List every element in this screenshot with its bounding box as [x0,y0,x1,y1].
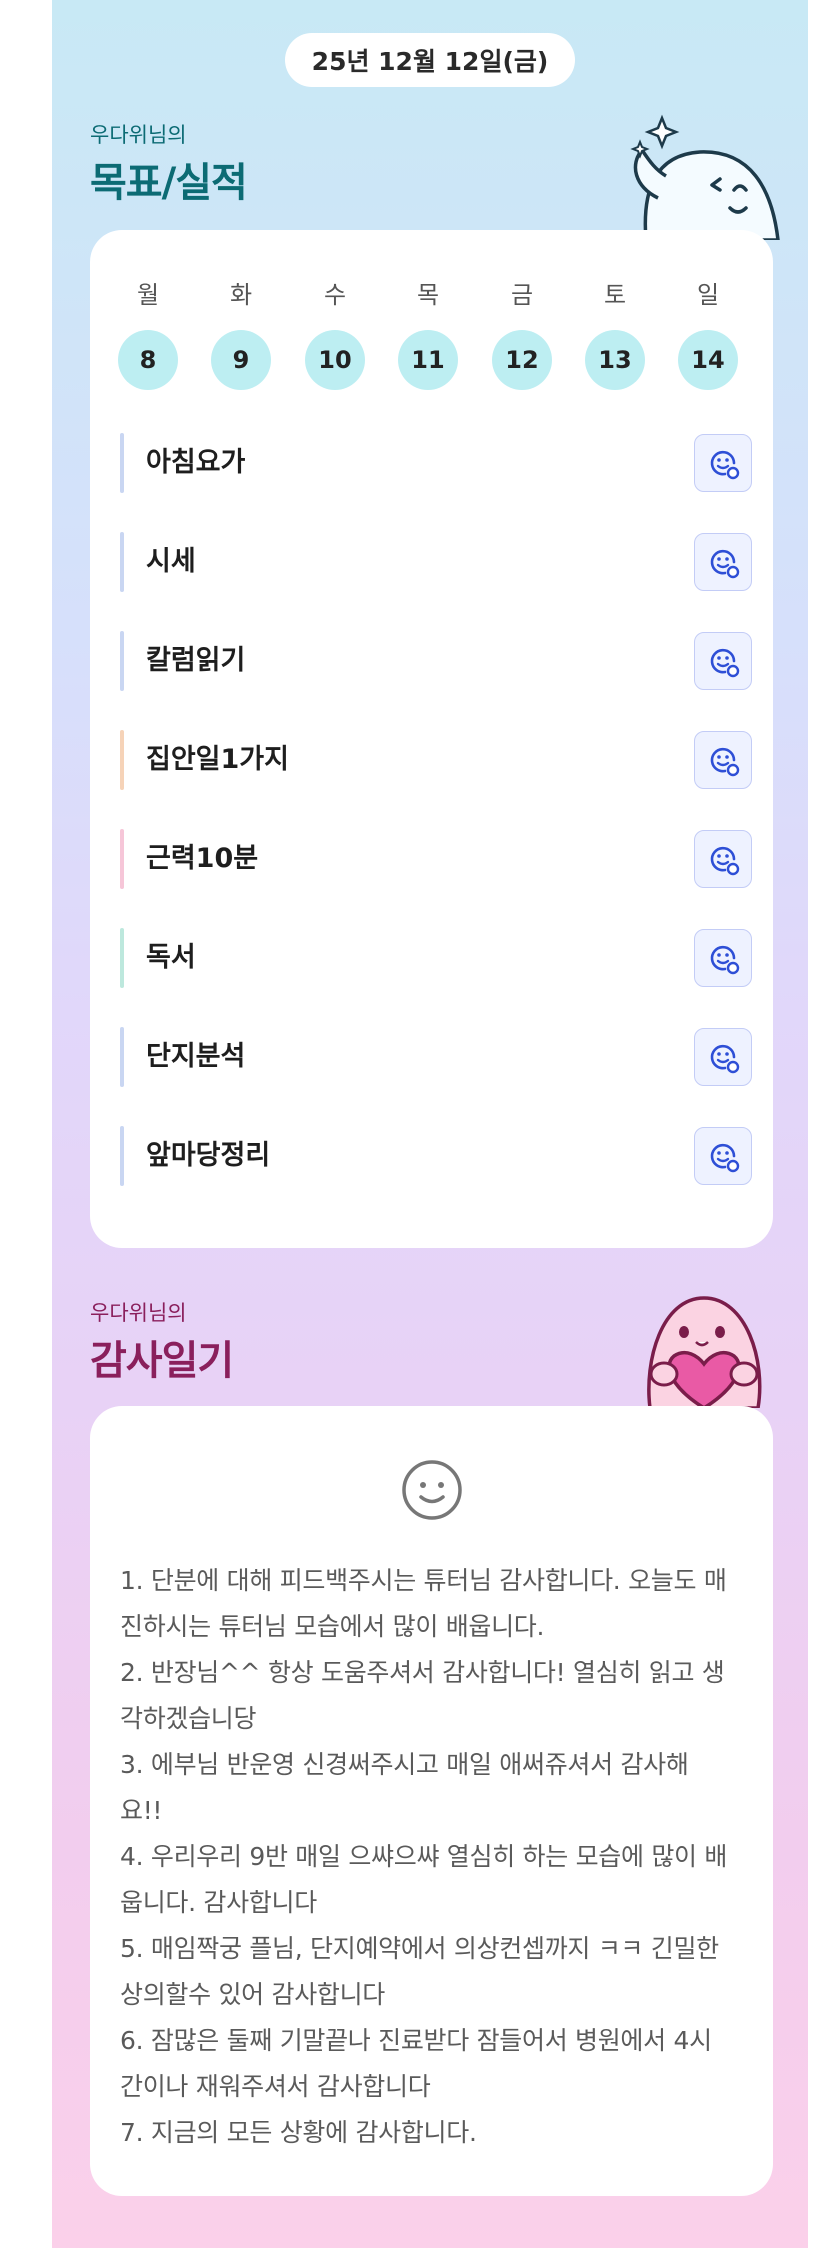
smile-plus-icon [710,450,740,480]
goal-color-bar [120,532,124,592]
goal-color-bar [120,1126,124,1186]
goal-row: 시세 [120,532,752,592]
day-button-11[interactable]: 11 [398,330,458,390]
ghost-mascot [630,114,780,240]
diary-card: 1. 단분에 대해 피드백주시는 튜터님 감사합니다. 오늘도 매진하시는 튜터… [90,1406,773,2196]
smile-plus-icon [710,945,740,975]
day-name-sat: 토 [603,281,627,309]
smile-plus-icon [710,549,740,579]
goal-check-button[interactable] [694,533,752,591]
goal-check-button[interactable] [694,1127,752,1185]
heart-mascot [647,1296,762,1408]
app-panel: 25년 12월 12일(금) 우다위님의 목표/실적 월 화 수 목 금 토 일… [52,0,808,2248]
day-name-wed: 수 [323,281,347,309]
day-button-9[interactable]: 9 [211,330,271,390]
goals-subtitle: 우다위님의 [90,123,187,147]
goal-label: 아침요가 [146,447,246,478]
goal-check-button[interactable] [694,929,752,987]
goal-color-bar [120,730,124,790]
goals-title: 목표/실적 [90,160,248,206]
goal-row: 단지분석 [120,1027,752,1087]
smile-plus-icon [710,1143,740,1173]
smile-plus-icon [710,747,740,777]
day-name-fri: 금 [510,281,534,309]
goal-check-button[interactable] [694,830,752,888]
smile-plus-icon [710,1044,740,1074]
goal-color-bar [120,928,124,988]
diary-text: 1. 단분에 대해 피드백주시는 튜터님 감사합니다. 오늘도 매진하시는 튜터… [120,1566,728,2147]
goal-label: 독서 [146,942,196,973]
goal-check-button[interactable] [694,632,752,690]
diary-title: 감사일기 [90,1338,234,1384]
smile-icon [402,1460,462,1520]
goal-row: 아침요가 [120,433,752,493]
day-name-tue: 화 [229,281,253,309]
goal-check-button[interactable] [694,1028,752,1086]
smile-plus-icon [710,846,740,876]
goal-color-bar [120,1027,124,1087]
goal-row: 독서 [120,928,752,988]
goal-label: 단지분석 [146,1041,246,1072]
smile-plus-icon [710,648,740,678]
day-name-thu: 목 [416,281,440,309]
goal-label: 시세 [146,546,196,577]
day-button-14[interactable]: 14 [678,330,738,390]
day-button-10[interactable]: 10 [305,330,365,390]
goal-color-bar [120,829,124,889]
goal-row: 앞마당정리 [120,1126,752,1186]
goal-check-button[interactable] [694,731,752,789]
goal-row: 칼럼읽기 [120,631,752,691]
goal-check-button[interactable] [694,434,752,492]
goal-row: 집안일1가지 [120,730,752,790]
day-button-12[interactable]: 12 [492,330,552,390]
diary-subtitle: 우다위님의 [90,1301,187,1325]
goals-card: 월 화 수 목 금 토 일 8 9 10 11 12 13 14 아침요가 시세 [90,230,773,1248]
day-button-8[interactable]: 8 [118,330,178,390]
day-name-sun: 일 [696,281,720,309]
goal-color-bar [120,433,124,493]
goal-label: 앞마당정리 [146,1140,271,1171]
goal-label: 칼럼읽기 [146,645,246,676]
day-button-13[interactable]: 13 [585,330,645,390]
date-pill[interactable]: 25년 12월 12일(금) [285,33,575,87]
goal-row: 근력10분 [120,829,752,889]
goal-color-bar [120,631,124,691]
goal-label: 집안일1가지 [146,744,289,775]
day-name-mon: 월 [136,281,160,309]
goal-label: 근력10분 [146,843,259,874]
